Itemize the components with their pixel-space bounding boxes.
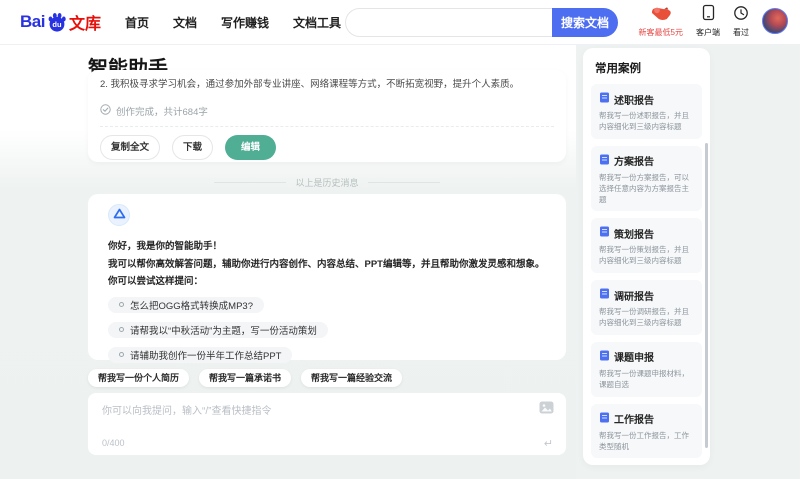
welcome-try-label: 你可以尝试这样提问： — [108, 276, 204, 287]
creation-status-text: 创作完成，共计684字 — [116, 107, 208, 118]
sidebar-scrollbar[interactable] — [705, 143, 708, 448]
divider-line-right — [367, 181, 440, 183]
case-doc-icon — [599, 410, 610, 428]
case-item-shuzhi-report[interactable]: 述职报告 帮我写一份述职报告，并且内容细化到三级内容标题 — [591, 84, 702, 139]
nav-item-home[interactable]: 首页 — [125, 14, 149, 31]
recently-viewed[interactable]: 看过 — [733, 5, 749, 38]
svg-text:du: du — [52, 20, 62, 29]
common-cases-sidebar: 常用案例 述职报告 帮我写一份述职报告，并且内容细化到三级内容标题 方案报告 帮… — [583, 48, 710, 465]
case-title: 调研报告 — [614, 291, 654, 303]
suggestion-bullet-icon — [119, 352, 124, 357]
case-desc: 帮我写一份策划报告，并且内容细化到三级内容标题 — [599, 245, 689, 266]
case-title: 课题申报 — [614, 353, 654, 365]
user-avatar[interactable] — [762, 8, 788, 34]
history-document-card: 2. 我积极寻求学习机会，通过参加外部专业讲座、网络课程等方式，不断拓宽视野，提… — [88, 70, 566, 162]
case-desc: 帮我写一份课题申报材料，课题自选 — [599, 368, 689, 389]
search-bar: 搜索文档 — [345, 8, 618, 37]
case-title: 方案报告 — [614, 157, 654, 169]
case-desc: 帮我写一份述职报告，并且内容细化到三级内容标题 — [599, 111, 689, 131]
case-desc: 帮我写一份方案报告，可以选择任意内容为方案报告主题 — [599, 172, 689, 204]
divider-label: 以上是历史消息 — [295, 177, 359, 188]
suggestion-bullet-icon — [119, 327, 124, 332]
navbar-right-group: 新客最低5元 客户端 看过 — [639, 4, 788, 38]
client-download[interactable]: 客户端 — [696, 4, 720, 38]
case-doc-icon — [599, 152, 610, 170]
new-user-promo[interactable]: 新客最低5元 — [639, 4, 683, 38]
quick-prompt-row: 帮我写一份个人简历 帮我写一篇承诺书 帮我写一篇经验交流 — [88, 369, 403, 387]
seen-icon — [733, 5, 749, 26]
welcome-intro: 我可以帮你高效解答问题，辅助你进行内容创作、内容总结、PPT编辑等，并且帮助你激… — [108, 258, 545, 270]
case-item-keti-shenbao[interactable]: 课题申报 帮我写一份课题申报材料，课题自选 — [591, 341, 702, 397]
case-list: 述职报告 帮我写一份述职报告，并且内容细化到三级内容标题 方案报告 帮我写一份方… — [583, 84, 710, 465]
top-navbar: Bai du 文库 首页 文档 写作赚钱 文档工具 更多 搜索文档 — [0, 0, 800, 45]
quick-prompt-resume[interactable]: 帮我写一份个人简历 — [88, 369, 190, 387]
document-snippet: 2. 我积极寻求学习机会，通过参加外部专业讲座、网络课程等方式，不断拓宽视野，提… — [100, 79, 520, 90]
case-title: 工作报告 — [614, 415, 654, 427]
assistant-welcome-card: 你好，我是你的智能助手！ 我可以帮你高效解答问题，辅助你进行内容创作、内容总结、… — [88, 194, 566, 363]
download-button[interactable]: 下载 — [172, 135, 214, 160]
suggestion-chip-midautumn-plan[interactable]: 请帮我以“中秋活动”为主题，写一份活动策划 — [108, 321, 328, 338]
suggestion-text: 请帮我以“中秋活动”为主题，写一份活动策划 — [130, 325, 317, 337]
document-actions: 复制全文 下载 编辑 — [100, 135, 554, 160]
message-composer: 0/400 ↵ — [88, 393, 566, 455]
history-messages-divider: 以上是历史消息 — [88, 176, 566, 188]
case-desc: 帮我写一份工作报告，工作类型随机 — [599, 430, 689, 451]
suggestion-list: 怎么把OGG格式转换成MP3? 请帮我以“中秋活动”为主题，写一份活动策划 请辅… — [108, 296, 546, 363]
copy-fulltext-button[interactable]: 复制全文 — [100, 135, 161, 160]
welcome-greeting: 你好，我是你的智能助手！ — [108, 241, 223, 252]
case-doc-icon — [599, 224, 610, 242]
case-item-cehua-report[interactable]: 策划报告 帮我写一份策划报告，并且内容细化到三级内容标题 — [591, 218, 702, 274]
case-doc-icon — [599, 286, 610, 304]
assistant-logo-icon — [113, 206, 126, 224]
suggestion-chip-halfyear-ppt[interactable]: 请辅助我创作一份半年工作总结PPT — [108, 346, 293, 363]
search-input[interactable] — [345, 8, 552, 37]
divider-line-left — [214, 181, 287, 183]
logo-text-wenku: 文库 — [68, 16, 101, 33]
creation-status-row: 创作完成，共计684字 — [100, 102, 554, 120]
client-label: 客户端 — [696, 28, 720, 37]
suggestion-text: 请辅助我创作一份半年工作总结PPT — [130, 350, 282, 362]
suggestion-chip-ogg-mp3[interactable]: 怎么把OGG格式转换成MP3? — [108, 296, 264, 313]
edit-button[interactable]: 编辑 — [225, 135, 277, 160]
char-counter: 0/400 — [102, 438, 125, 448]
paw-icon: du — [46, 11, 68, 33]
search-docs-button[interactable]: 搜索文档 — [552, 8, 618, 37]
promo-label: 新客最低5元 — [638, 28, 683, 37]
image-upload-icon[interactable] — [539, 401, 554, 419]
quick-prompt-experience[interactable]: 帮我写一篇经验交流 — [301, 369, 403, 387]
baidu-wenku-logo[interactable]: Bai du 文库 — [20, 10, 101, 34]
suggestion-text: 怎么把OGG格式转换成MP3? — [130, 300, 253, 312]
case-item-gongzuo-report[interactable]: 工作报告 帮我写一份工作报告，工作类型随机 — [591, 403, 702, 459]
case-desc: 帮我写一份调研报告，并且内容细化到三级内容标题 — [599, 307, 689, 327]
nav-item-docs[interactable]: 文档 — [173, 14, 197, 31]
assistant-avatar — [108, 204, 130, 226]
case-doc-icon — [599, 90, 610, 108]
promo-icon — [649, 4, 673, 26]
quick-prompt-commitment[interactable]: 帮我写一篇承诺书 — [199, 369, 292, 387]
logo-text-bai: Bai — [20, 12, 45, 31]
case-title: 述职报告 — [614, 95, 654, 107]
chat-input[interactable] — [102, 402, 522, 432]
sidebar-title: 常用案例 — [595, 63, 641, 75]
nav-item-earn[interactable]: 写作赚钱 — [221, 14, 269, 31]
suggestion-bullet-icon — [119, 302, 124, 307]
client-icon — [702, 4, 715, 26]
case-item-diaoyan-report[interactable]: 调研报告 帮我写一份调研报告，并且内容细化到三级内容标题 — [591, 280, 702, 335]
status-check-icon — [100, 102, 111, 120]
case-item-fangan-report[interactable]: 方案报告 帮我写一份方案报告，可以选择任意内容为方案报告主题 — [591, 145, 702, 212]
case-doc-icon — [599, 348, 610, 366]
nav-item-tools[interactable]: 文档工具 — [293, 14, 341, 31]
seen-label: 看过 — [733, 27, 749, 37]
case-title: 策划报告 — [614, 229, 654, 241]
enter-icon: ↵ — [543, 438, 553, 450]
dashed-divider — [100, 126, 554, 127]
